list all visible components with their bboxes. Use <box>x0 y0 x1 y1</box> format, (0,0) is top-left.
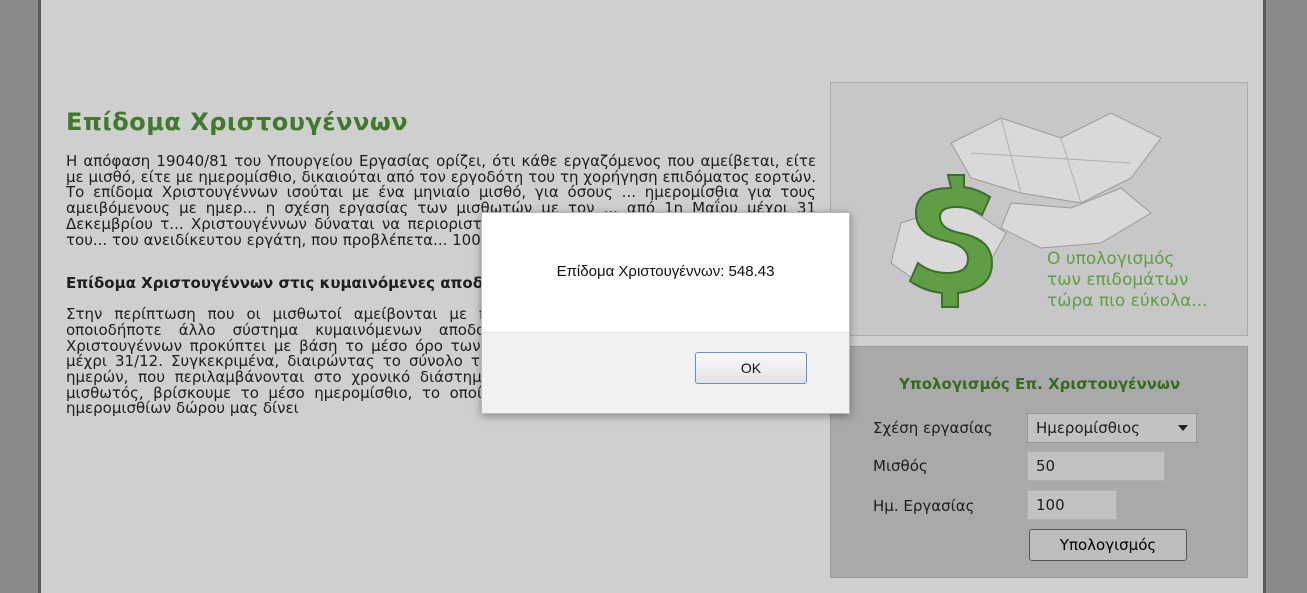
ok-button[interactable]: OK <box>695 352 807 384</box>
alert-dialog: Επίδομα Χριστουγέννων: 548.43 OK <box>481 212 850 414</box>
alert-message: Επίδομα Χριστουγέννων: 548.43 <box>556 263 775 280</box>
alert-footer: OK <box>482 332 849 413</box>
